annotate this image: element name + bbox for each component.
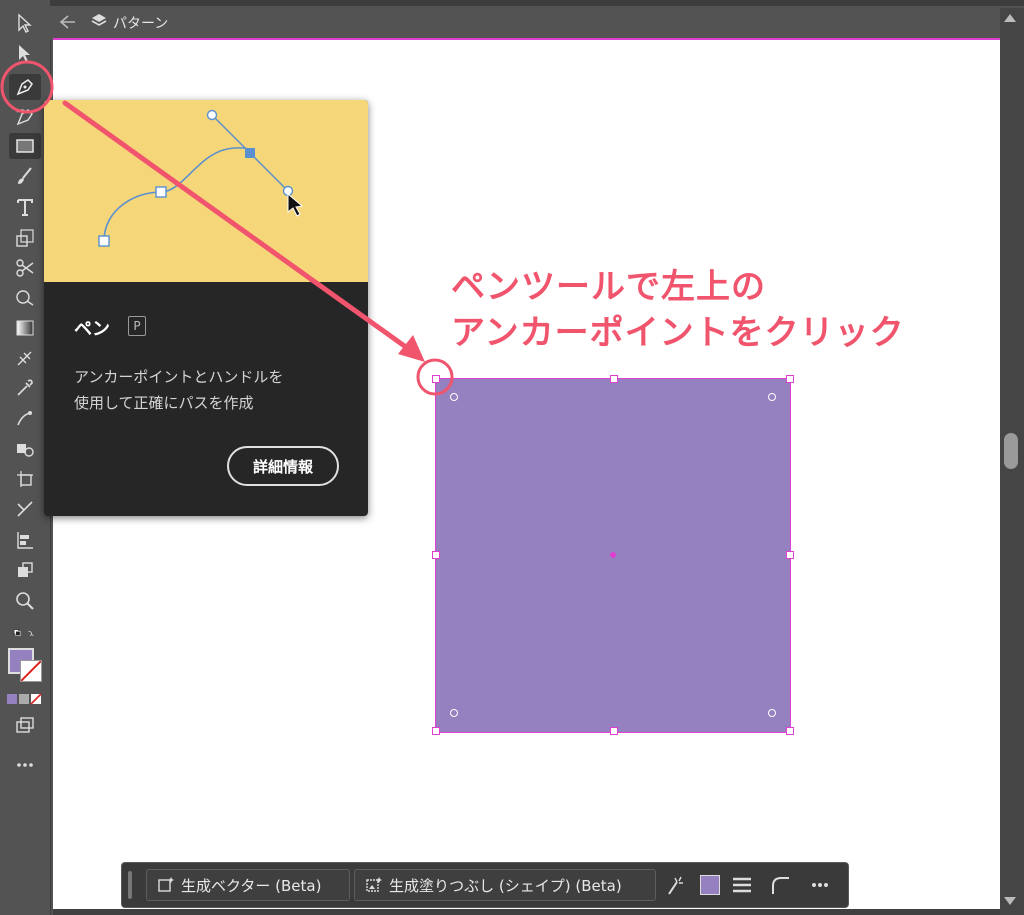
- learn-more-button[interactable]: 詳細情報: [227, 446, 339, 486]
- type-tool-icon[interactable]: [9, 194, 41, 220]
- corner-widget[interactable]: [768, 393, 776, 401]
- generative-fill-button[interactable]: 生成塗りつぶし (シェイプ) (Beta): [354, 869, 656, 901]
- vertical-scrollbar[interactable]: [1000, 8, 1024, 915]
- tooltip-description: アンカーポイントとハンドルを 使用して正確にパスを作成: [74, 364, 344, 416]
- graph-icon[interactable]: [9, 527, 41, 553]
- puppet-warp-icon[interactable]: [9, 405, 41, 431]
- eyedropper-icon[interactable]: [9, 375, 41, 401]
- description-line: アンカーポイントとハンドルを: [74, 368, 284, 386]
- isolation-mode-bar: パターン: [50, 0, 1024, 40]
- contextual-task-bar: 生成ベクター (Beta) 生成塗りつぶし (シェイプ) (Beta): [121, 862, 849, 908]
- generative-fill-icon: [366, 877, 382, 892]
- layers-icon: [90, 12, 108, 30]
- corner-widget[interactable]: [450, 709, 458, 717]
- breadcrumb[interactable]: パターン: [113, 13, 168, 33]
- zoom-icon[interactable]: [9, 588, 41, 614]
- tooltip-title: ペン: [74, 319, 110, 340]
- paintbrush-icon[interactable]: [9, 163, 41, 189]
- live-paint-icon[interactable]: [9, 436, 41, 462]
- stroke-swatch[interactable]: [20, 660, 42, 682]
- corner-widget[interactable]: [768, 709, 776, 717]
- anchor-bottom-left[interactable]: [432, 727, 440, 735]
- back-arrow-icon[interactable]: [58, 13, 78, 31]
- anchor-bottom-right[interactable]: [786, 727, 794, 735]
- selection-arrow-icon[interactable]: [9, 10, 41, 36]
- horizontal-scroll-strip: [53, 909, 1000, 915]
- shape-builder-icon[interactable]: [9, 285, 41, 311]
- more-tools-icon[interactable]: [9, 752, 41, 778]
- scale-tool-icon[interactable]: [9, 225, 41, 251]
- bounding-handle-right[interactable]: [786, 551, 794, 559]
- corner-widget[interactable]: [450, 393, 458, 401]
- taskbar-grip[interactable]: [128, 871, 132, 899]
- generative-vector-button[interactable]: 生成ベクター (Beta): [146, 869, 350, 901]
- generative-fill-label: 生成塗りつぶし (シェイプ) (Beta): [389, 876, 622, 895]
- tooltip-preview: [44, 100, 368, 282]
- recolor-icon[interactable]: [664, 873, 688, 897]
- gradient-icon[interactable]: [9, 315, 41, 341]
- pen-path-illustration: [98, 109, 304, 247]
- stroke-weight-icon[interactable]: [730, 873, 754, 897]
- swap-colors-icon[interactable]: [4, 621, 44, 647]
- bounding-handle-left[interactable]: [432, 551, 440, 559]
- artboard-icon[interactable]: [9, 466, 41, 492]
- generative-vector-icon: [158, 877, 174, 892]
- shortcut-badge: P: [128, 316, 146, 336]
- corner-radius-icon[interactable]: [768, 873, 792, 897]
- curvature-tool-icon[interactable]: [9, 104, 41, 130]
- annotation-text: ペンツールで左上の アンカーポイントをクリック: [451, 264, 905, 356]
- title-strip: [50, 0, 1024, 6]
- selected-rectangle[interactable]: [432, 375, 794, 735]
- mesh-icon[interactable]: [9, 345, 41, 371]
- scroll-up-icon[interactable]: [1004, 14, 1016, 22]
- more-options-icon[interactable]: [808, 873, 832, 897]
- bounding-handle-bottom[interactable]: [610, 727, 618, 735]
- description-line: 使用して正確にパスを作成: [74, 394, 254, 412]
- slice-icon[interactable]: [9, 496, 41, 522]
- symbol-sprayer-icon[interactable]: [9, 557, 41, 583]
- color-mode-icons[interactable]: [6, 690, 44, 708]
- center-point: [610, 552, 616, 558]
- screen-mode-icon[interactable]: [9, 712, 41, 738]
- generative-vector-label: 生成ベクター (Beta): [181, 876, 322, 895]
- pen-tool-icon[interactable]: [9, 74, 41, 100]
- direct-selection-icon[interactable]: [9, 40, 41, 66]
- fill-color-swatch[interactable]: [698, 873, 722, 897]
- scissors-icon[interactable]: [9, 255, 41, 281]
- rectangle-tool-icon[interactable]: [9, 133, 41, 159]
- anchor-top-right[interactable]: [786, 375, 794, 383]
- pen-tool-tooltip: ペン P アンカーポイントとハンドルを 使用して正確にパスを作成 詳細情報: [44, 100, 368, 516]
- anchor-top-left[interactable]: [432, 375, 440, 383]
- scroll-thumb[interactable]: [1004, 433, 1018, 469]
- annotation-line-1: ペンツールで左上の: [451, 267, 766, 307]
- scroll-down-icon[interactable]: [1004, 897, 1016, 905]
- bounding-handle-top[interactable]: [610, 375, 618, 383]
- annotation-line-2: アンカーポイントをクリック: [451, 313, 905, 353]
